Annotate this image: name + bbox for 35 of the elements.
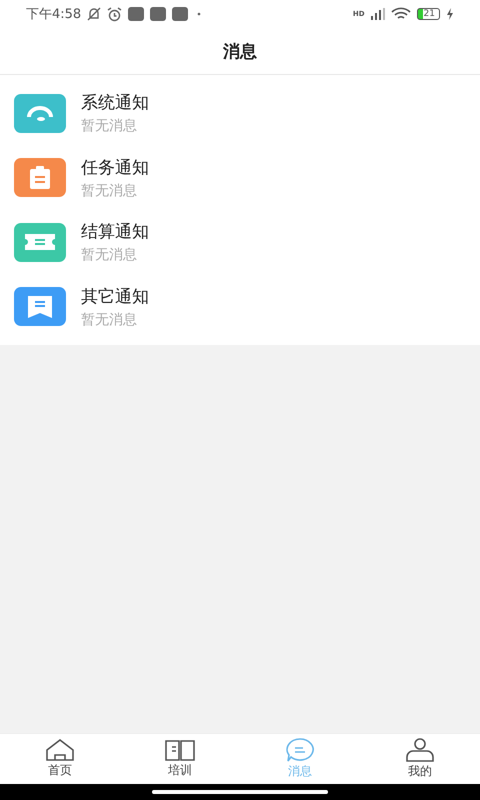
headset-icon — [26, 103, 54, 124]
book-icon — [165, 739, 195, 761]
notification-subtitle: 暂无消息 — [81, 182, 138, 200]
notification-title: 系统通知 — [81, 92, 149, 114]
tab-item[interactable]: 我的 — [360, 734, 480, 784]
notification-subtitle: 暂无消息 — [81, 246, 138, 264]
notification-item[interactable]: 其它通知 暂无消息 — [0, 274, 480, 339]
notification-title: 其它通知 — [81, 286, 149, 308]
page-title: 消息 — [223, 40, 257, 62]
notification-subtitle: 暂无消息 — [81, 310, 138, 329]
notification-title: 结算通知 — [81, 221, 149, 244]
status-time: 下午4:58 — [26, 6, 82, 23]
chat-icon — [285, 738, 315, 762]
app-notification-icon — [128, 7, 144, 21]
signal-icon — [370, 8, 385, 20]
clipboard-icon — [29, 166, 51, 190]
tab-item[interactable]: 培训 — [120, 734, 240, 784]
notification-title: 任务通知 — [81, 156, 149, 179]
app-notification-icon — [172, 7, 188, 21]
notification-item[interactable]: 结算通知 暂无消息 — [0, 210, 480, 274]
battery-indicator: 21 — [416, 8, 440, 20]
ticket-icon — [25, 234, 55, 250]
alarm-icon — [107, 6, 122, 22]
bell-muted-icon — [87, 7, 102, 21]
notification-item[interactable]: 任务通知 暂无消息 — [0, 146, 480, 210]
wifi-icon — [390, 7, 411, 21]
home-indicator[interactable] — [152, 790, 328, 794]
notification-item[interactable]: 系统通知 暂无消息 — [0, 81, 480, 146]
app-notification-icon — [150, 7, 166, 21]
bookmark-icon — [28, 296, 52, 318]
home-icon — [45, 739, 75, 761]
charging-icon — [446, 8, 454, 20]
person-icon — [405, 738, 435, 762]
tab-item[interactable]: 首页 — [0, 734, 120, 784]
notification-subtitle: 暂无消息 — [81, 117, 138, 136]
